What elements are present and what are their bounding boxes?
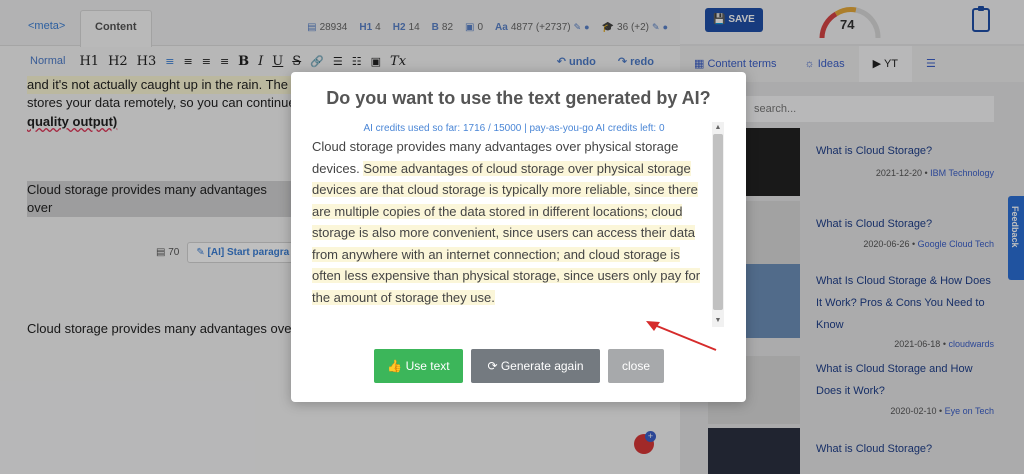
use-text-button[interactable]: 👍 Use text xyxy=(374,349,463,383)
scroll-up-icon[interactable]: ▲ xyxy=(714,124,722,132)
ai-credits-info: AI credits used so far: 1716 / 15000 | p… xyxy=(363,123,665,134)
dialog-actions: 👍 Use text ⟳ Generate again close xyxy=(374,349,664,383)
annotation-arrow-icon xyxy=(646,321,717,351)
text-scrollbar[interactable]: ▲ ▼ xyxy=(712,122,724,327)
generate-again-button[interactable]: ⟳ Generate again xyxy=(471,349,600,383)
dialog-title: Do you want to use the text generated by… xyxy=(326,88,711,108)
ai-generated-text: Some advantages of cloud storage over ph… xyxy=(312,160,701,305)
scroll-thumb[interactable] xyxy=(713,134,723,310)
generated-text-area: Cloud storage provides many advantages o… xyxy=(312,136,712,308)
